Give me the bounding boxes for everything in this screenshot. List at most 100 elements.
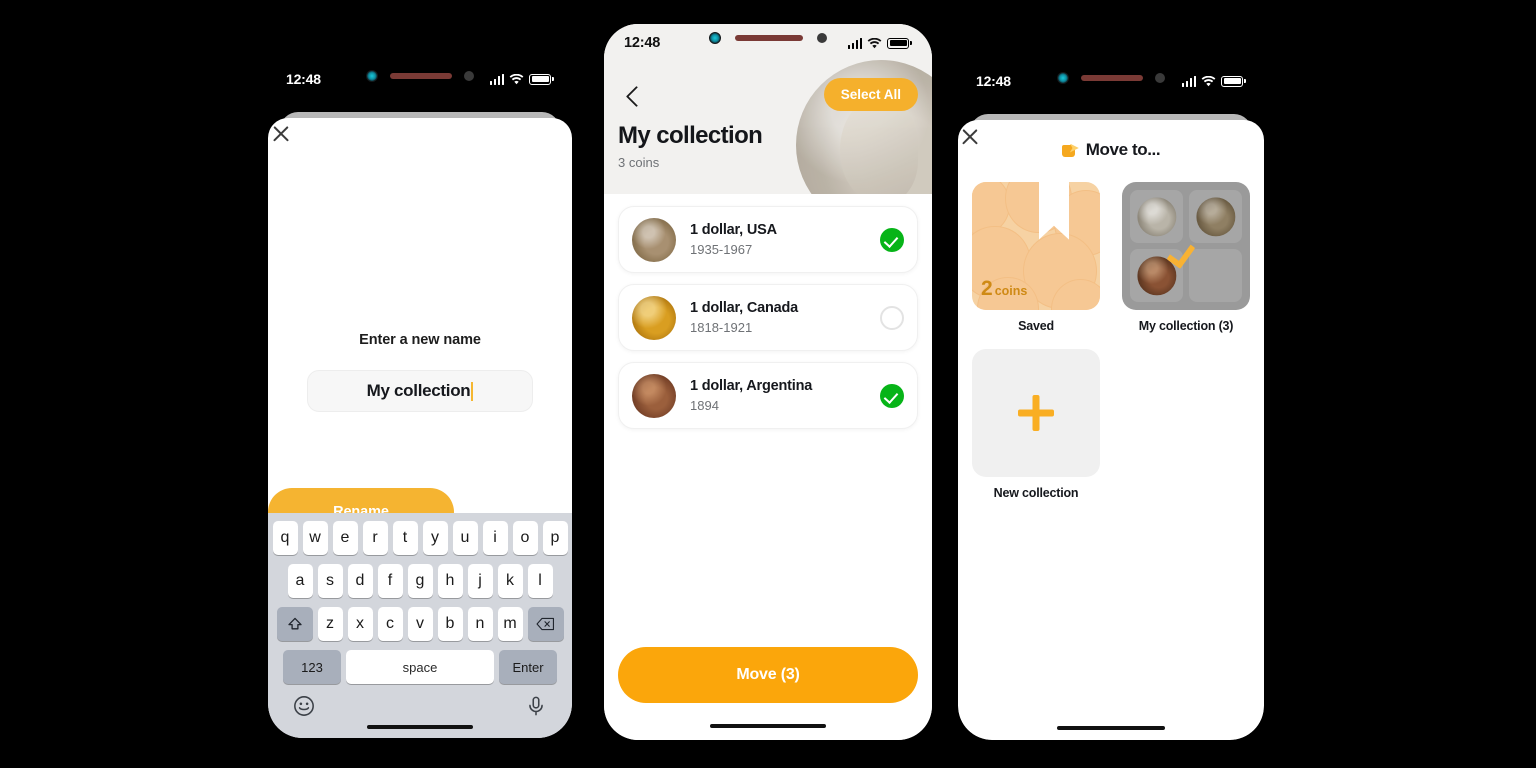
collection-name-input[interactable]: My collection	[307, 370, 533, 412]
close-button[interactable]	[281, 134, 307, 160]
key-i[interactable]: i	[482, 521, 508, 555]
keyboard-row-1: q w e r t y u i o p	[271, 521, 569, 555]
rename-label: Enter a new name	[359, 332, 481, 348]
select-all-button[interactable]: Select All	[823, 78, 918, 111]
wifi-icon	[509, 73, 524, 84]
microphone-icon[interactable]	[525, 695, 547, 717]
home-indicator	[710, 724, 826, 728]
shift-key[interactable]	[276, 607, 313, 641]
coin-thumbnail-icon	[1196, 197, 1235, 236]
proximity-sensor-icon	[464, 71, 474, 81]
selection-checkmark-icon[interactable]	[880, 227, 904, 252]
status-time: 12:48	[624, 35, 661, 51]
backspace-key[interactable]	[527, 607, 564, 641]
space-key[interactable]: space	[346, 650, 494, 684]
key-z[interactable]: z	[317, 607, 343, 641]
key-f[interactable]: f	[377, 564, 403, 598]
key-m[interactable]: m	[497, 607, 523, 641]
selected-checkmark-icon	[1170, 238, 1202, 259]
key-e[interactable]: e	[332, 521, 358, 555]
key-x[interactable]: x	[347, 607, 373, 641]
key-t[interactable]: t	[392, 521, 418, 555]
key-k[interactable]: k	[497, 564, 523, 598]
grid-cell-empty	[1189, 249, 1242, 302]
coin-thumbnail-icon	[632, 295, 676, 340]
keyboard-utility-row	[271, 693, 569, 717]
key-p[interactable]: p	[542, 521, 568, 555]
phone3-notch	[1046, 67, 1176, 89]
coin-count-subtitle: 3 coins	[618, 155, 660, 170]
table-row[interactable]: 1 dollar, USA 1935-1967	[618, 206, 918, 273]
screenshot-stage: 12:48 Enter a new name My collection Ren…	[0, 0, 1536, 768]
tile-saved[interactable]: 2 coins Saved	[972, 182, 1100, 333]
phone-move-to-dialog: 12:48 Move to... 2 coins Saved My collec…	[958, 64, 1264, 740]
key-w[interactable]: w	[302, 521, 328, 555]
keyboard-row-2: a s d f g h j k l	[271, 564, 569, 598]
emoji-icon[interactable]	[293, 695, 315, 717]
earpiece-speaker	[735, 35, 803, 41]
key-r[interactable]: r	[362, 521, 388, 555]
back-button[interactable]	[624, 82, 644, 112]
key-a[interactable]: a	[287, 564, 313, 598]
plus-icon	[1018, 395, 1054, 431]
collection-footer: Move (3)	[604, 630, 932, 740]
front-camera-icon	[709, 32, 721, 44]
key-y[interactable]: y	[422, 521, 448, 555]
tile-caption: My collection (3)	[1138, 319, 1234, 333]
coin-years: 1894	[690, 398, 719, 413]
key-j[interactable]: j	[467, 564, 493, 598]
coin-years: 1935-1967	[690, 242, 753, 257]
status-icons	[847, 37, 912, 49]
key-d[interactable]: d	[347, 564, 373, 598]
key-h[interactable]: h	[437, 564, 463, 598]
key-l[interactable]: l	[527, 564, 553, 598]
rename-form: Enter a new name My collection Rename	[268, 332, 572, 536]
key-c[interactable]: c	[377, 607, 403, 641]
status-time: 12:48	[976, 73, 1011, 89]
coin-name: 1 dollar, USA	[690, 222, 777, 238]
enter-key[interactable]: Enter	[499, 650, 557, 684]
text-caret	[471, 381, 474, 401]
key-g[interactable]: g	[407, 564, 433, 598]
collection-name-value: My collection	[366, 381, 471, 400]
table-row[interactable]: 1 dollar, Canada 1818-1921	[618, 284, 918, 351]
wifi-icon	[867, 37, 882, 48]
dialog-title: Move to...	[1085, 140, 1161, 159]
move-button[interactable]: Move (3)	[618, 647, 918, 703]
collection-navbar: Select All	[618, 78, 918, 116]
tile-caption: Saved	[1018, 319, 1054, 333]
my-collection-tile-thumbnail	[1122, 182, 1250, 310]
key-o[interactable]: o	[512, 521, 538, 555]
shift-icon	[287, 617, 302, 630]
coin-years: 1818-1921	[690, 320, 753, 335]
selection-checkmark-icon[interactable]	[880, 383, 904, 408]
battery-icon	[529, 73, 552, 85]
move-to-sheet: Move to... 2 coins Saved My collection (…	[958, 120, 1264, 740]
front-camera-icon	[366, 70, 378, 82]
new-collection-tile-art	[972, 349, 1100, 477]
phone1-body: 12:48 Enter a new name My collection Ren…	[268, 62, 572, 738]
page-title: My collection	[618, 122, 763, 149]
new-collection-tile-thumbnail	[972, 349, 1100, 477]
saved-tile-thumbnail: 2 coins	[972, 182, 1100, 310]
backspace-icon	[536, 617, 555, 631]
status-icons	[1181, 75, 1246, 87]
table-row[interactable]: 1 dollar, Argentina 1894	[618, 362, 918, 429]
key-v[interactable]: v	[407, 607, 433, 641]
status-time: 12:48	[286, 71, 321, 87]
coin-meta: 1 dollar, USA 1935-1967	[676, 222, 880, 257]
key-n[interactable]: n	[467, 607, 493, 641]
key-b[interactable]: b	[437, 607, 463, 641]
key-q[interactable]: q	[272, 521, 298, 555]
key-u[interactable]: u	[452, 521, 478, 555]
selection-circle-icon[interactable]	[880, 305, 904, 330]
key-s[interactable]: s	[317, 564, 343, 598]
signal-icon	[847, 37, 863, 49]
phone2-body: 12:48 Select All My collection 3 coins 1…	[604, 24, 932, 740]
move-to-header: Move to...	[958, 140, 1264, 160]
numbers-key[interactable]: 123	[283, 650, 341, 684]
tile-my-collection[interactable]: My collection (3)	[1122, 182, 1250, 333]
tile-new-collection[interactable]: New collection	[972, 349, 1100, 500]
phone1-notch	[355, 65, 485, 87]
keyboard-row-3: z x c v b n m	[271, 607, 569, 641]
